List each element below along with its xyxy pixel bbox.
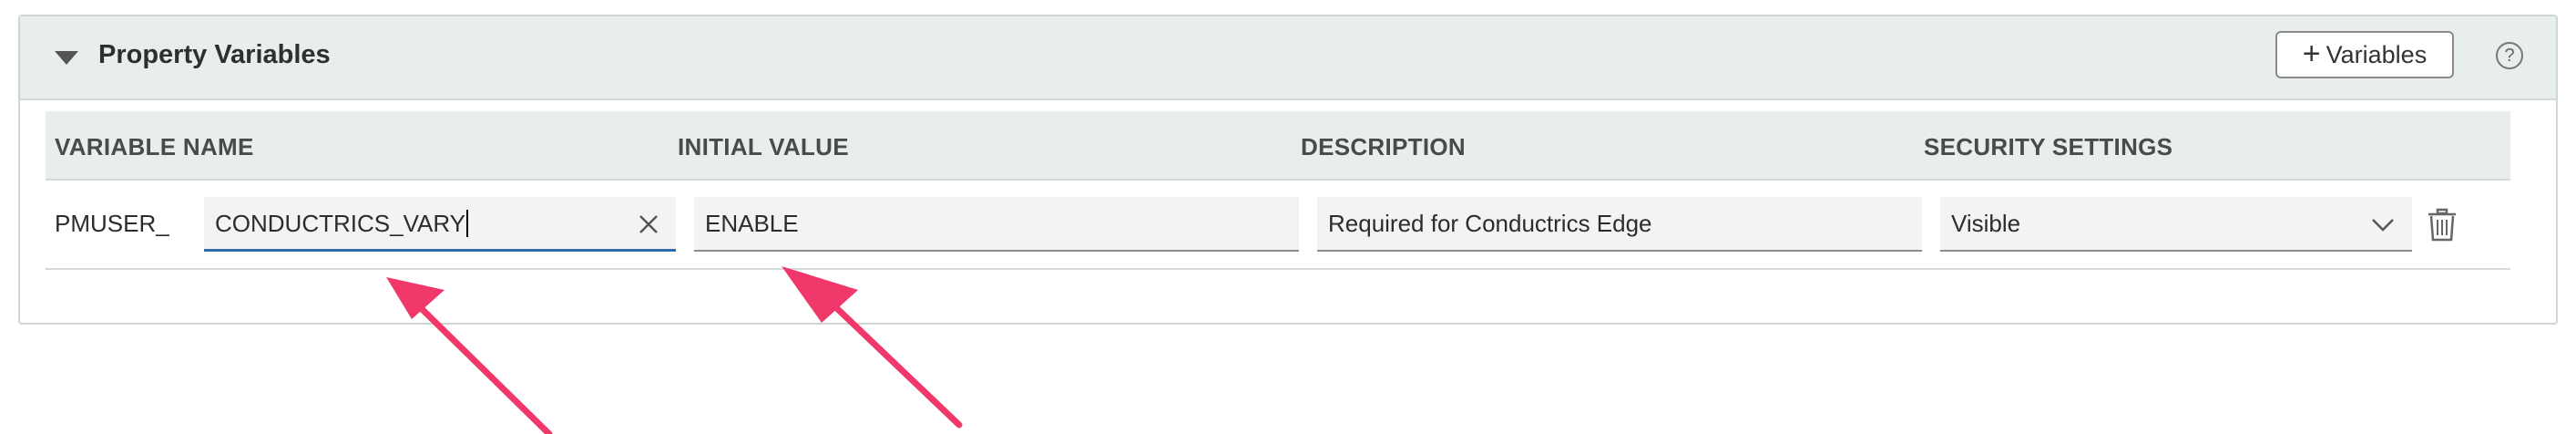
add-variables-button[interactable]: + Variables bbox=[2275, 31, 2454, 78]
trash-icon[interactable] bbox=[2427, 208, 2458, 243]
table-header: VARIABLE NAME INITIAL VALUE DESCRIPTION … bbox=[46, 111, 2510, 181]
panel-title: Property Variables bbox=[98, 40, 331, 69]
variable-name-value: CONDUCTRICS_VARY bbox=[215, 210, 465, 237]
variable-name-prefix: PMUSER_ bbox=[55, 210, 169, 237]
column-header-initial-value: INITIAL VALUE bbox=[678, 133, 849, 160]
security-settings-value: Visible bbox=[1951, 210, 2021, 237]
column-header-description: DESCRIPTION bbox=[1301, 133, 1466, 160]
initial-value-input[interactable]: ENABLE bbox=[694, 197, 1299, 252]
add-variables-label: Variables bbox=[2326, 40, 2428, 68]
description-text: Required for Conductrics Edge bbox=[1328, 210, 1652, 237]
collapse-triangle-icon[interactable] bbox=[55, 51, 78, 65]
help-icon[interactable]: ? bbox=[2496, 42, 2523, 69]
clear-icon[interactable] bbox=[636, 212, 661, 237]
variable-name-input[interactable]: CONDUCTRICS_VARY bbox=[204, 197, 676, 252]
plus-icon: + bbox=[2302, 36, 2321, 71]
table-row: PMUSER_ CONDUCTRICS_VARY ENABLE Required… bbox=[46, 181, 2510, 270]
panel-header: Property Variables + Variables ? bbox=[20, 16, 2556, 100]
security-settings-select[interactable]: Visible bbox=[1940, 197, 2412, 252]
initial-value-text: ENABLE bbox=[705, 210, 799, 237]
column-header-security-settings: SECURITY SETTINGS bbox=[1924, 133, 2173, 160]
column-header-variable-name: VARIABLE NAME bbox=[55, 133, 254, 160]
description-input[interactable]: Required for Conductrics Edge bbox=[1317, 197, 1922, 252]
chevron-down-icon bbox=[2372, 219, 2394, 232]
text-caret bbox=[465, 210, 468, 238]
